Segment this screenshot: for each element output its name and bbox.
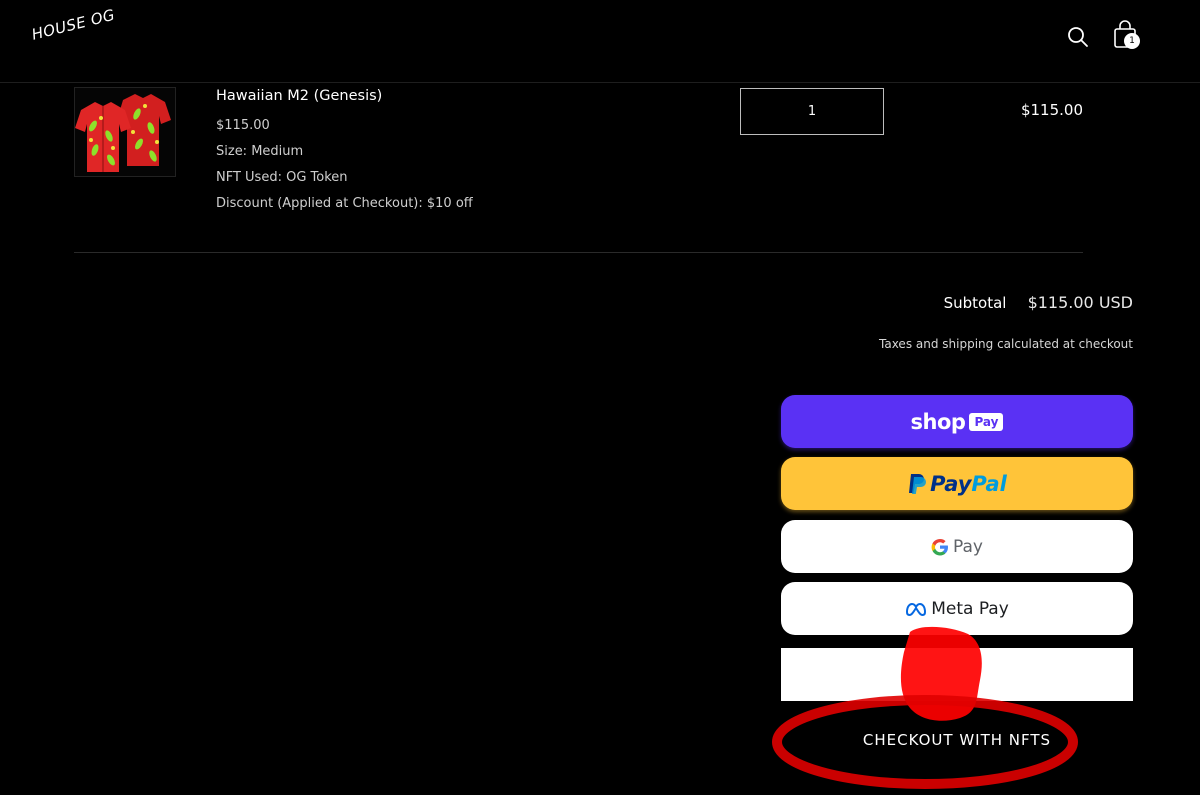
- line-item-details: Hawaiian M2 (Genesis) $115.00 Size: Medi…: [216, 88, 473, 217]
- product-thumbnail[interactable]: [74, 87, 176, 177]
- subtotal-value: $115.00 USD: [1027, 293, 1133, 312]
- shop-pay-button[interactable]: shop Pay: [781, 395, 1133, 448]
- paypal-word-pal: Pal: [971, 471, 1007, 496]
- site-logo[interactable]: HOUSE OG: [30, 6, 117, 44]
- checkout-with-nfts-button[interactable]: CHECKOUT WITH NFTS: [781, 715, 1133, 765]
- tax-shipping-note: Taxes and shipping calculated at checkou…: [879, 337, 1133, 351]
- paypal-p-icon: [909, 473, 927, 494]
- red-marker-annotation: [772, 626, 1078, 789]
- shirt-product-image: [75, 94, 171, 172]
- quantity-input[interactable]: 1: [740, 88, 884, 135]
- paypal-word-pay: Pay: [930, 471, 972, 496]
- subtotal-label: Subtotal: [943, 294, 1007, 312]
- cart-count-badge: 1: [1124, 33, 1140, 49]
- meta-logo-icon: [906, 602, 927, 616]
- site-header: HOUSE OG 1: [0, 0, 1200, 83]
- search-button[interactable]: [1066, 25, 1090, 49]
- product-title[interactable]: Hawaiian M2 (Genesis): [216, 88, 473, 104]
- product-price: $115.00: [216, 118, 270, 133]
- google-g-icon: [931, 538, 949, 555]
- google-pay-label: Pay: [953, 536, 983, 557]
- product-size: Size: Medium: [216, 144, 304, 159]
- paypal-button[interactable]: PayPal: [781, 457, 1133, 510]
- line-item-total: $115.00: [1020, 101, 1083, 119]
- meta-pay-label: Meta Pay: [931, 598, 1009, 619]
- divider: [74, 252, 1083, 253]
- product-discount: Discount (Applied at Checkout): $10 off: [216, 196, 473, 211]
- meta-pay-button[interactable]: Meta Pay: [781, 582, 1133, 635]
- nft-checkout-widget[interactable]: [781, 648, 1133, 701]
- shop-pay-badge: Pay: [969, 412, 1004, 431]
- search-icon: [1068, 27, 1088, 47]
- product-nft-used: NFT Used: OG Token: [216, 170, 348, 185]
- google-pay-button[interactable]: Pay: [781, 520, 1133, 573]
- paypal-wordmark: PayPal: [930, 472, 1007, 496]
- shop-pay-wordmark: shop: [910, 409, 966, 434]
- subtotal-row: Subtotal $115.00 USD: [850, 293, 1133, 312]
